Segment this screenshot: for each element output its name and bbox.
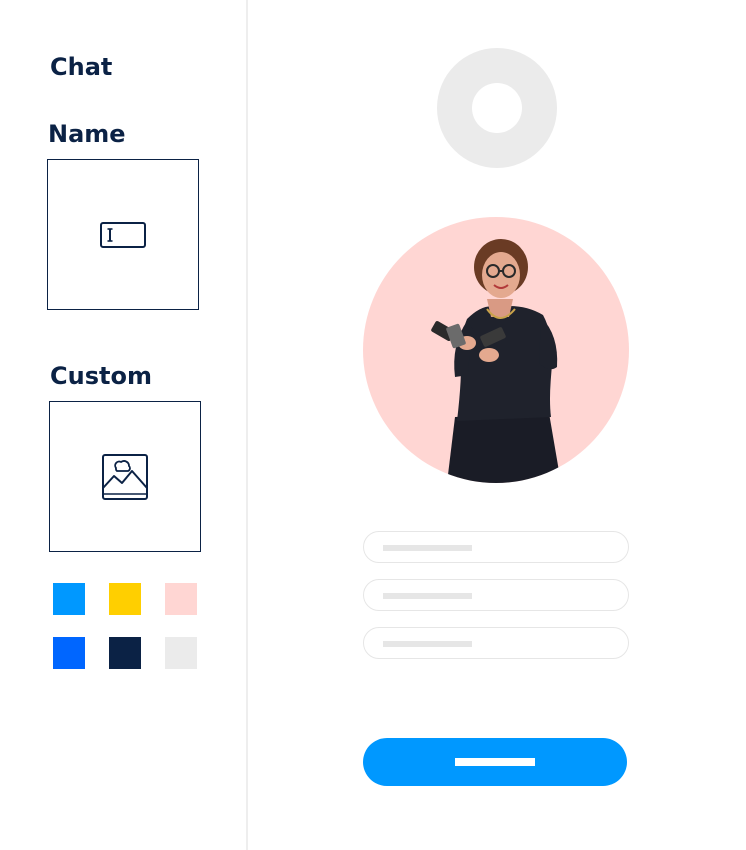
image-icon: [102, 453, 148, 500]
name-option-tile[interactable]: [47, 159, 199, 310]
avatar-photo: [363, 217, 629, 483]
custom-heading: Custom: [50, 362, 152, 390]
avatar-ring-icon: [437, 48, 557, 168]
customization-sidebar: Chat Name Custom: [0, 0, 248, 850]
name-heading: Name: [48, 120, 126, 148]
color-swatch-blue[interactable]: [53, 637, 85, 669]
chat-preview: [250, 0, 746, 850]
person-illustration: [431, 239, 561, 483]
form-field-1[interactable]: [363, 531, 629, 563]
text-field-icon: [100, 221, 146, 248]
chat-heading: Chat: [50, 53, 113, 81]
form-field-3[interactable]: [363, 627, 629, 659]
color-swatch-light-blue[interactable]: [53, 583, 85, 615]
submit-button[interactable]: [363, 738, 627, 786]
color-swatch-pink[interactable]: [165, 583, 197, 615]
color-swatch-yellow[interactable]: [109, 583, 141, 615]
color-swatch-light-gray[interactable]: [165, 637, 197, 669]
form-field-2[interactable]: [363, 579, 629, 611]
color-swatch-navy[interactable]: [109, 637, 141, 669]
custom-option-tile[interactable]: [49, 401, 201, 552]
